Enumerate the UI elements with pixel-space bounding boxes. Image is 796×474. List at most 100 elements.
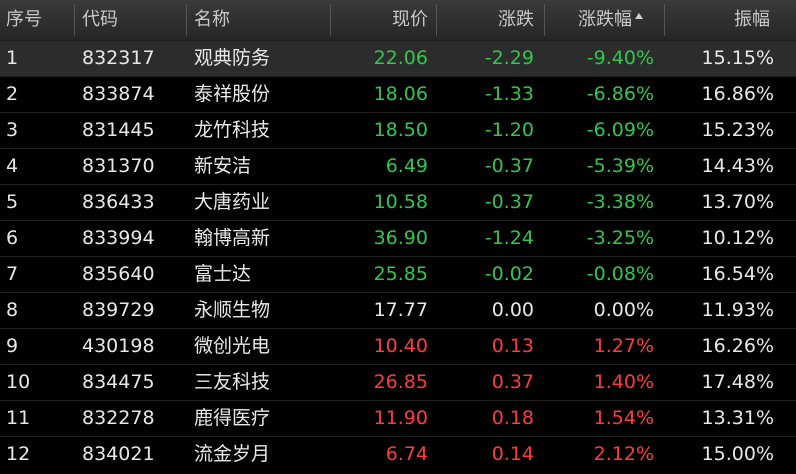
- stock-code: 834021: [82, 443, 155, 465]
- price-change: -0.02: [484, 263, 534, 285]
- column-header-name[interactable]: 名称: [194, 0, 230, 40]
- change-percent: -5.39%: [586, 155, 654, 177]
- price-change: -1.33: [484, 83, 534, 105]
- table-row[interactable]: 4 831370 新安洁 6.49 -0.37 -5.39% 14.43%: [0, 148, 796, 184]
- table-row[interactable]: 6 833994 翰博高新 36.90 -1.24 -3.25% 10.12%: [0, 220, 796, 256]
- amplitude: 15.15%: [701, 47, 774, 69]
- price-change: 0.18: [491, 407, 534, 429]
- stock-code: 430198: [82, 335, 155, 357]
- row-index: 12: [6, 443, 31, 465]
- stock-code: 832317: [82, 47, 155, 69]
- change-percent: 1.54%: [593, 407, 654, 429]
- column-divider[interactable]: [436, 4, 437, 36]
- price-change: 0.37: [491, 371, 534, 393]
- amplitude: 15.23%: [701, 119, 774, 141]
- table-row[interactable]: 3 831445 龙竹科技 18.50 -1.20 -6.09% 15.23%: [0, 112, 796, 148]
- price-change: -0.37: [484, 155, 534, 177]
- current-price: 36.90: [373, 227, 428, 249]
- change-percent: 0.00%: [593, 299, 654, 321]
- column-divider[interactable]: [330, 4, 331, 36]
- table-row[interactable]: 9 430198 微创光电 10.40 0.13 1.27% 16.26%: [0, 328, 796, 364]
- row-index: 3: [6, 119, 19, 141]
- current-price: 22.06: [373, 47, 428, 69]
- table-row[interactable]: 11 832278 鹿得医疗 11.90 0.18 1.54% 13.31%: [0, 400, 796, 436]
- table-header: 序号 代码 名称 现价 涨跌 涨跌幅 振幅: [0, 0, 796, 41]
- current-price: 6.49: [385, 155, 428, 177]
- price-change: 0.14: [491, 443, 534, 465]
- amplitude: 10.12%: [701, 227, 774, 249]
- stock-code: 831370: [82, 155, 155, 177]
- column-divider[interactable]: [186, 4, 187, 36]
- change-percent: 1.27%: [593, 335, 654, 357]
- change-percent: -6.86%: [586, 83, 654, 105]
- row-index: 2: [6, 83, 19, 105]
- column-header-amplitude[interactable]: 振幅: [722, 0, 770, 40]
- row-index: 1: [6, 47, 19, 69]
- change-percent: -0.08%: [586, 263, 654, 285]
- column-header-change-percent-label: 涨跌幅: [578, 9, 632, 30]
- current-price: 25.85: [373, 263, 428, 285]
- change-percent: -3.25%: [586, 227, 654, 249]
- amplitude: 11.93%: [701, 299, 774, 321]
- amplitude: 16.26%: [701, 335, 774, 357]
- table-row[interactable]: 12 834021 流金岁月 6.74 0.14 2.12% 15.00%: [0, 436, 796, 472]
- change-percent: -6.09%: [586, 119, 654, 141]
- column-header-index[interactable]: 序号: [6, 0, 42, 40]
- current-price: 18.50: [373, 119, 428, 141]
- row-index: 5: [6, 191, 19, 213]
- current-price: 17.77: [373, 299, 428, 321]
- stock-code: 834475: [82, 371, 155, 393]
- amplitude: 16.54%: [701, 263, 774, 285]
- amplitude: 15.00%: [701, 443, 774, 465]
- column-header-change-percent[interactable]: 涨跌幅: [578, 0, 668, 40]
- column-header-price[interactable]: 现价: [380, 0, 428, 40]
- amplitude: 14.43%: [701, 155, 774, 177]
- table-row[interactable]: 7 835640 富士达 25.85 -0.02 -0.08% 16.54%: [0, 256, 796, 292]
- table-row[interactable]: 10 834475 三友科技 26.85 0.37 1.40% 17.48%: [0, 364, 796, 400]
- column-header-code[interactable]: 代码: [82, 0, 118, 40]
- amplitude: 17.48%: [701, 371, 774, 393]
- row-index: 11: [6, 407, 31, 429]
- table-row[interactable]: 8 839729 永顺生物 17.77 0.00 0.00% 11.93%: [0, 292, 796, 328]
- stock-code: 832278: [82, 407, 155, 429]
- change-percent: 1.40%: [593, 371, 654, 393]
- column-divider[interactable]: [544, 4, 545, 36]
- current-price: 18.06: [373, 83, 428, 105]
- table-row[interactable]: 1 832317 观典防务 22.06 -2.29 -9.40% 15.15%: [0, 40, 796, 76]
- row-index: 8: [6, 299, 19, 321]
- sort-ascending-icon: [635, 13, 643, 19]
- column-divider[interactable]: [74, 4, 75, 36]
- row-index: 9: [6, 335, 19, 357]
- row-index: 6: [6, 227, 19, 249]
- stock-code: 833994: [82, 227, 155, 249]
- current-price: 11.90: [373, 407, 428, 429]
- stock-code: 836433: [82, 191, 155, 213]
- change-percent: 2.12%: [593, 443, 654, 465]
- table-row[interactable]: 5 836433 大唐药业 10.58 -0.37 -3.38% 13.70%: [0, 184, 796, 220]
- column-divider[interactable]: [664, 4, 665, 36]
- current-price: 6.74: [385, 443, 428, 465]
- row-index: 4: [6, 155, 19, 177]
- price-change: -0.37: [484, 191, 534, 213]
- current-price: 10.40: [373, 335, 428, 357]
- amplitude: 13.70%: [701, 191, 774, 213]
- stock-code: 833874: [82, 83, 155, 105]
- current-price: 10.58: [373, 191, 428, 213]
- price-change: -2.29: [484, 47, 534, 69]
- row-index: 7: [6, 263, 19, 285]
- price-change: 0.13: [491, 335, 534, 357]
- stock-quote-table: 序号 代码 名称 现价 涨跌 涨跌幅 振幅 1 832317 观典防务 22.06 -2…: [0, 0, 796, 474]
- amplitude: 13.31%: [701, 407, 774, 429]
- current-price: 26.85: [373, 371, 428, 393]
- amplitude: 16.86%: [701, 83, 774, 105]
- price-change: 0.00: [491, 299, 534, 321]
- table-row[interactable]: 2 833874 泰祥股份 18.06 -1.33 -6.86% 16.86%: [0, 76, 796, 112]
- stock-code: 839729: [82, 299, 155, 321]
- row-index: 10: [6, 371, 31, 393]
- change-percent: -3.38%: [586, 191, 654, 213]
- change-percent: -9.40%: [586, 47, 654, 69]
- column-header-change[interactable]: 涨跌: [486, 0, 534, 40]
- price-change: -1.20: [484, 119, 534, 141]
- stock-code: 831445: [82, 119, 155, 141]
- stock-code: 835640: [82, 263, 155, 285]
